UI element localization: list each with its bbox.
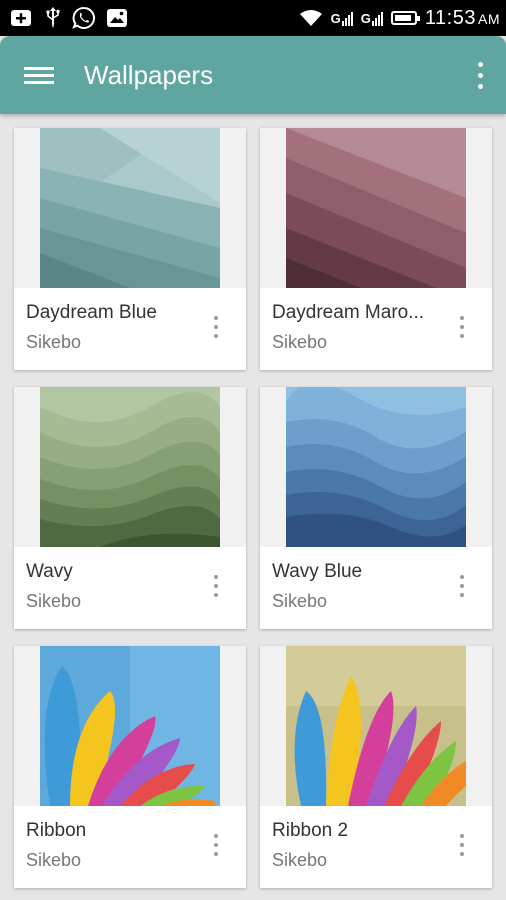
image-icon xyxy=(107,9,127,27)
thumbnail-frame xyxy=(14,387,246,547)
wallpaper-author: Sikebo xyxy=(26,591,82,611)
card-overflow-menu-icon[interactable] xyxy=(212,575,220,599)
thumbnail-frame xyxy=(260,387,492,547)
card-overflow-menu-icon[interactable] xyxy=(458,834,466,858)
wallpaper-grid: Daydream Blue Sikebo Daydream Maro... Si… xyxy=(0,114,506,900)
wallpaper-author: Sikebo xyxy=(26,332,82,352)
wallpaper-title: Daydream Blue xyxy=(26,302,157,323)
wallpaper-title: Ribbon 2 xyxy=(272,820,349,841)
wallpaper-thumbnail xyxy=(40,128,220,288)
wallpaper-card[interactable]: Wavy Sikebo xyxy=(14,387,246,629)
wallpaper-card[interactable]: Wavy Blue Sikebo xyxy=(260,387,492,629)
wallpaper-thumbnail xyxy=(40,646,220,806)
wallpaper-thumbnail xyxy=(286,646,466,806)
card-overflow-menu-icon[interactable] xyxy=(458,316,466,340)
wallpaper-author: Sikebo xyxy=(26,850,82,870)
network-type-label: G xyxy=(330,10,341,26)
wallpaper-author: Sikebo xyxy=(272,591,328,611)
wallpaper-author: Sikebo xyxy=(272,850,328,870)
app-bar: Wallpapers xyxy=(0,36,506,114)
signal-icon: G xyxy=(331,11,353,26)
wallpaper-author: Sikebo xyxy=(272,332,328,352)
card-overflow-menu-icon[interactable] xyxy=(458,575,466,599)
clock: 11:53 AM xyxy=(425,7,500,30)
hamburger-menu-icon[interactable] xyxy=(24,62,54,88)
status-bar-notifications xyxy=(10,4,128,32)
page-title: Wallpapers xyxy=(84,60,214,90)
battery-icon xyxy=(390,11,420,25)
wallpaper-card[interactable]: Daydream Maro... Sikebo xyxy=(260,128,492,370)
usb-icon xyxy=(46,7,60,28)
wallpaper-thumbnail xyxy=(40,387,220,547)
status-bar: G G 11:53 AM xyxy=(0,0,506,36)
wallpaper-card[interactable]: Ribbon 2 Sikebo xyxy=(260,646,492,888)
clock-ampm: AM xyxy=(478,10,500,27)
thumbnail-frame xyxy=(260,128,492,288)
thumbnail-frame xyxy=(14,646,246,806)
overflow-menu-icon[interactable] xyxy=(472,60,488,92)
status-bar-system: G G 11:53 AM xyxy=(299,4,500,32)
wallpaper-thumbnail xyxy=(286,387,466,547)
thumbnail-frame xyxy=(260,646,492,806)
add-notification-icon xyxy=(11,10,31,26)
wallpaper-title: Wavy xyxy=(26,561,73,582)
thumbnail-frame xyxy=(14,128,246,288)
whatsapp-icon xyxy=(72,6,95,29)
network-type-label: G xyxy=(360,10,371,26)
signal-icon: G xyxy=(361,11,383,26)
wallpaper-title: Daydream Maro... xyxy=(272,302,425,323)
clock-time: 11:53 xyxy=(424,6,476,29)
card-overflow-menu-icon[interactable] xyxy=(212,316,220,340)
wifi-icon xyxy=(299,10,322,26)
card-overflow-menu-icon[interactable] xyxy=(212,834,220,858)
wallpaper-thumbnail xyxy=(286,128,466,288)
wallpaper-title: Wavy Blue xyxy=(272,561,363,582)
wallpaper-title: Ribbon xyxy=(26,820,87,841)
wallpaper-card[interactable]: Ribbon Sikebo xyxy=(14,646,246,888)
wallpaper-card[interactable]: Daydream Blue Sikebo xyxy=(14,128,246,370)
